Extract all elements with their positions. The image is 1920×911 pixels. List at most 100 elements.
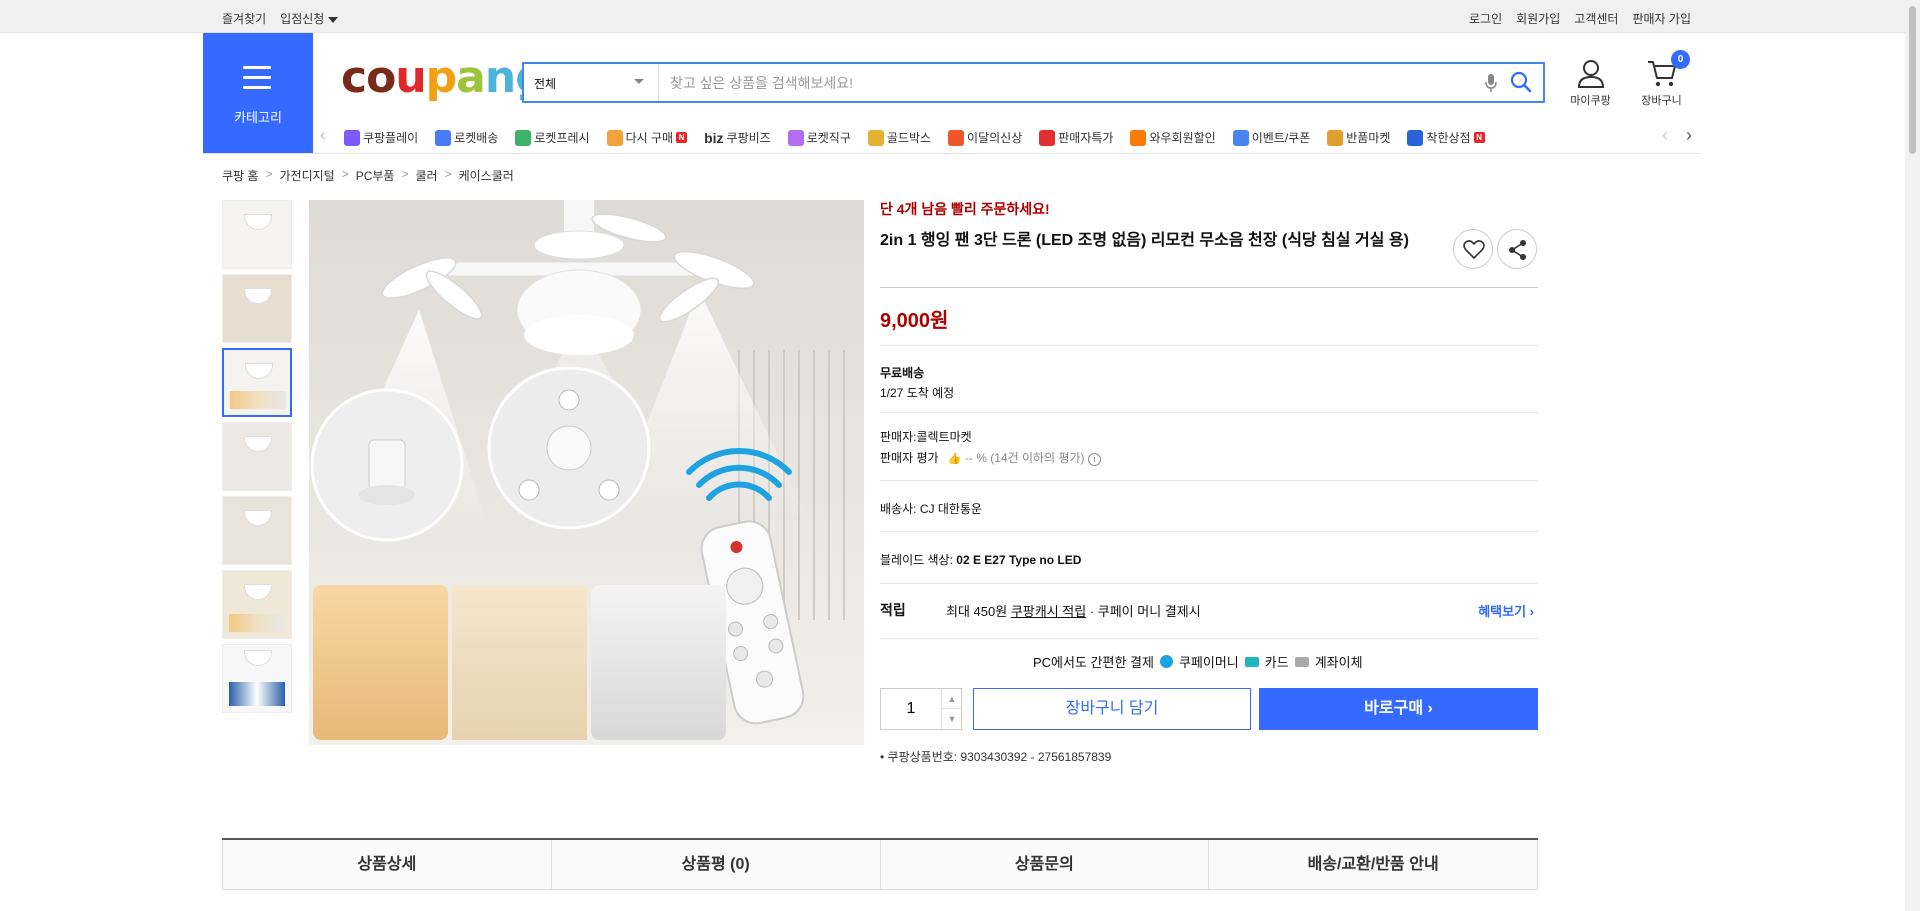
catnav-item-label: 이달의신상: [967, 131, 1023, 145]
coupang-cash-link[interactable]: 쿠팡캐시 적립: [1011, 604, 1086, 619]
category-nav-bar: ‹ 쿠팡플레이 로켓배송 로켓프레시 다시 구매 Nbiz 쿠팡비즈 로켓직구 골드박스 이달의…: [320, 122, 1700, 152]
catnav-item[interactable]: 로켓배송: [435, 129, 498, 146]
dropdown-arrow-icon: [634, 79, 644, 84]
login-link[interactable]: 로그인: [1469, 10, 1502, 27]
breadcrumb-pc-parts[interactable]: PC부품: [356, 167, 395, 184]
catnav-item[interactable]: biz 쿠팡비즈: [704, 129, 771, 146]
courier-label: 배송사:: [880, 502, 917, 516]
tab-inquiry[interactable]: 상품문의: [879, 840, 1209, 889]
coupon-icon: [1232, 129, 1249, 146]
breadcrumb-home[interactable]: 쿠팡 홈: [222, 167, 258, 184]
add-to-cart-button[interactable]: 장바구니 담기: [973, 688, 1251, 730]
catnav-item[interactable]: 와우회원할인: [1130, 129, 1216, 146]
product-thumbnail[interactable]: [222, 570, 292, 639]
catnav-item[interactable]: 반품마켓: [1327, 129, 1390, 146]
store-icon: [1407, 129, 1424, 146]
catnav-item[interactable]: 로켓직구: [787, 129, 851, 146]
breadcrumb-cooler[interactable]: 쿨러: [415, 167, 437, 184]
percent-icon: [1039, 129, 1056, 146]
product-main-image[interactable]: [309, 200, 864, 745]
rebuy-icon: [606, 129, 623, 146]
pay-method: 계좌이체: [1314, 655, 1363, 670]
new-badge: N: [1473, 132, 1485, 143]
favorites-link[interactable]: 즐겨찾기: [222, 10, 266, 27]
benefit-view-link[interactable]: 혜택보기 ›: [1478, 601, 1534, 620]
product-thumbnail[interactable]: [222, 644, 292, 713]
option-value: 02 E E27 Type no LED: [956, 553, 1082, 567]
wishlist-button[interactable]: [1453, 229, 1493, 269]
catnav-item-label: 판매자특가: [1058, 131, 1114, 145]
divider: [880, 480, 1538, 481]
nav-next-icon[interactable]: ›: [1686, 125, 1692, 146]
catnav-item[interactable]: 다시 구매 N: [606, 129, 688, 146]
breadcrumb-case-cooler[interactable]: 케이스쿨러: [459, 167, 514, 184]
catnav-item[interactable]: 착한상점 N: [1407, 129, 1485, 146]
reward-label: 적립: [880, 602, 906, 618]
wow-icon: [1130, 129, 1147, 146]
search-input[interactable]: [660, 64, 1460, 101]
tab-shipping-return[interactable]: 배송/교환/반품 안내: [1208, 840, 1538, 889]
mycoupang-link[interactable]: 마이쿠팡: [1563, 58, 1618, 108]
catnav-item-label: 로켓직구: [806, 131, 851, 145]
product-thumbnail[interactable]: [222, 274, 292, 343]
arrival-date: 1/27 도착 예정: [880, 386, 955, 400]
catnav-item[interactable]: 골드박스: [867, 129, 932, 146]
seller-signup-link[interactable]: 판매자 가입: [1632, 10, 1691, 27]
scrollbar-thumb[interactable]: [1909, 6, 1916, 154]
top-utility-bar: 즐겨찾기 입점신청 로그인 회원가입 고객센터 판매자 가입: [0, 0, 1920, 33]
divider: [880, 531, 1538, 532]
coupay-money-icon: [1159, 655, 1173, 668]
microphone-icon[interactable]: [1484, 73, 1498, 93]
market-icon: [1327, 129, 1344, 146]
rating-note: (14건 이하의 평가): [990, 451, 1085, 465]
catnav-item-label: 다시 구매: [625, 131, 674, 145]
buy-now-button[interactable]: 바로구매 ›: [1259, 688, 1538, 730]
customer-center-link[interactable]: 고객센터: [1574, 10, 1618, 27]
vendor-apply-dropdown[interactable]: 입점신청: [280, 10, 339, 27]
seller-label: 판매자:: [880, 430, 917, 444]
pay-method: 카드: [1264, 655, 1289, 670]
quantity-input[interactable]: [881, 689, 941, 729]
heart-icon: [1463, 240, 1485, 259]
info-icon[interactable]: i: [1087, 453, 1101, 466]
share-button[interactable]: [1497, 229, 1537, 269]
option-label: 블레이드 색상:: [880, 553, 953, 567]
reward-max: 최대 450원: [946, 604, 1008, 619]
product-thumbnail-selected[interactable]: [222, 348, 292, 417]
product-thumbnail[interactable]: [222, 200, 292, 269]
catnav-item-label: 골드박스: [886, 131, 932, 145]
option-row[interactable]: 블레이드 색상: 02 E E27 Type no LED: [880, 551, 1081, 568]
mycoupang-label: 마이쿠팡: [1570, 95, 1611, 107]
seller-row: 판매자:콜렉트마켓: [880, 428, 972, 445]
stock-urgency-text: 단 4개 남음 빨리 주문하세요!: [880, 201, 1050, 217]
coupang-logo[interactable]: coupang: [341, 52, 547, 103]
search-category-select[interactable]: 전체: [524, 64, 659, 101]
quantity-decrease-icon[interactable]: ▼: [941, 709, 962, 729]
rating-value: -- %: [964, 451, 987, 465]
catnav-item-label: 반품마켓: [1346, 131, 1391, 145]
tab-reviews[interactable]: 상품평 (0): [550, 840, 880, 889]
tab-detail[interactable]: 상품상세: [222, 840, 551, 889]
breadcrumb-digital[interactable]: 가전디지털: [279, 167, 334, 184]
product-thumbnail[interactable]: [222, 496, 292, 565]
divider: [880, 287, 1538, 288]
catnav-item[interactable]: 쿠팡플레이: [344, 129, 418, 146]
category-menu-button[interactable]: 카테고리: [203, 33, 313, 153]
product-thumbnails: [222, 200, 293, 718]
catnav-item-label: 착한상점: [1426, 131, 1471, 145]
catnav-item[interactable]: 이벤트/쿠폰: [1232, 129, 1311, 146]
product-thumbnail[interactable]: [222, 422, 292, 491]
caret-down-icon: [328, 16, 339, 23]
catnav-item[interactable]: 로켓프레시: [515, 129, 590, 146]
quantity-increase-icon[interactable]: ▲: [941, 689, 962, 709]
signup-link[interactable]: 회원가입: [1516, 10, 1560, 27]
rocket-fresh-icon: [515, 129, 532, 146]
nav-prev-icon[interactable]: ‹: [320, 127, 325, 145]
catnav-item-label: 이벤트/쿠폰: [1251, 131, 1311, 145]
page-scrollbar[interactable]: [1905, 0, 1920, 911]
catnav-item[interactable]: 판매자특가: [1039, 129, 1113, 146]
catnav-item[interactable]: 이달의신상: [948, 129, 1022, 146]
search-icon[interactable]: [1510, 71, 1532, 93]
courier-row: 배송사: CJ 대한통운: [880, 500, 982, 517]
seller-name[interactable]: 콜렉트마켓: [916, 430, 971, 444]
